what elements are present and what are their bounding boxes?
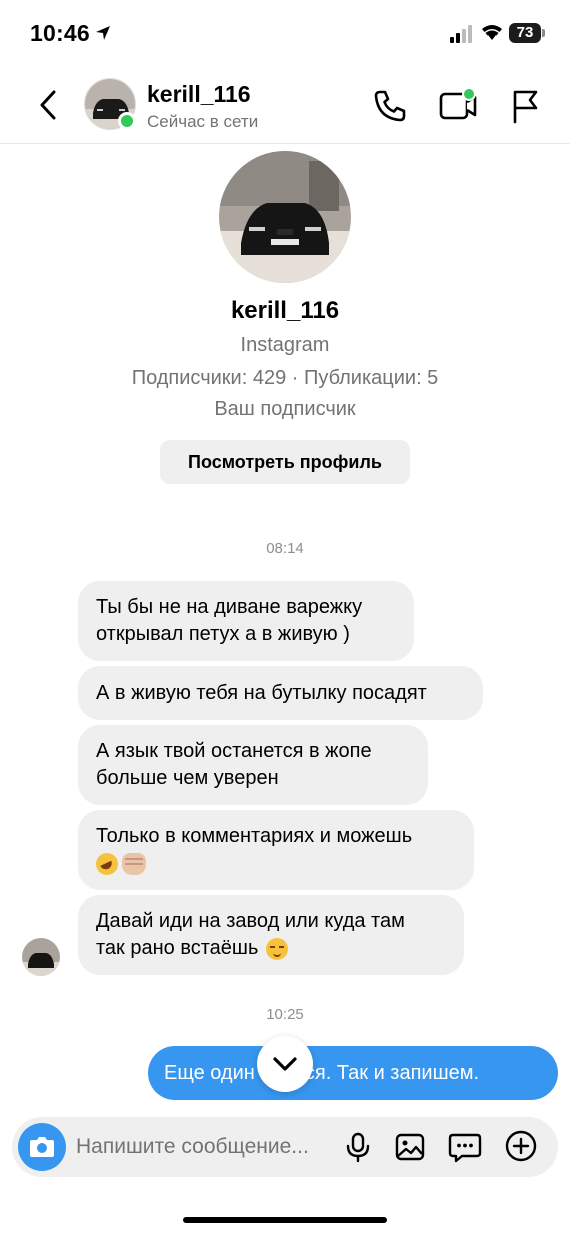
message-options-icon[interactable] bbox=[448, 1131, 482, 1163]
relieved-face-emoji-icon bbox=[266, 937, 289, 960]
status-bar: 10:46 73 bbox=[0, 0, 570, 66]
phone-call-icon[interactable] bbox=[372, 88, 408, 124]
message-line: А язык твой останется в жопе bbox=[96, 740, 372, 762]
cellular-signal-icon bbox=[450, 25, 472, 43]
incoming-message-bubble[interactable]: Только в комментариях и можешь bbox=[78, 810, 474, 890]
message-emoji-line bbox=[96, 850, 412, 877]
incoming-message-bubble[interactable]: А в живую тебя на бутылку посадят bbox=[78, 666, 483, 720]
wifi-icon bbox=[482, 25, 502, 40]
microphone-icon[interactable] bbox=[342, 1131, 374, 1163]
home-indicator[interactable] bbox=[183, 1217, 387, 1223]
status-time: 10:46 bbox=[30, 20, 90, 46]
message-line: больше чем уверен bbox=[96, 767, 279, 789]
message-line: Ты бы не на диване варежку bbox=[96, 596, 363, 618]
location-arrow-icon bbox=[96, 26, 110, 40]
message-line-with-emoji: так рано встаёшь bbox=[96, 935, 405, 962]
online-status-dot bbox=[118, 112, 136, 130]
sender-avatar[interactable] bbox=[22, 938, 60, 976]
chevron-down-icon bbox=[273, 1057, 297, 1071]
message-line: Только в комментариях и можешь bbox=[96, 825, 413, 847]
rolling-laughing-emoji-icon bbox=[96, 852, 118, 875]
raised-fist-emoji-icon bbox=[122, 852, 146, 875]
profile-platform: Instagram bbox=[240, 334, 330, 356]
car-photo-icon bbox=[219, 151, 351, 283]
battery-indicator: 73 bbox=[509, 23, 541, 43]
gallery-icon[interactable] bbox=[394, 1131, 426, 1163]
camera-button[interactable] bbox=[18, 1123, 66, 1171]
message-line: так рано встаёшь bbox=[96, 937, 259, 959]
back-chevron-icon[interactable] bbox=[34, 86, 64, 124]
message-composer bbox=[12, 1117, 558, 1177]
car-photo-icon bbox=[22, 938, 60, 976]
incoming-message-bubble[interactable]: А язык твой останется в жопе больше чем … bbox=[78, 725, 428, 805]
scroll-to-bottom-button[interactable] bbox=[257, 1036, 313, 1092]
message-line: открывал петух а в живую ) bbox=[96, 623, 350, 645]
chat-header: kerill_116 Сейчас в сети bbox=[0, 66, 570, 144]
incoming-message-bubble[interactable]: Ты бы не на диване варежку открывал пету… bbox=[78, 581, 414, 661]
incoming-message-bubble[interactable]: Давай иди на завод или куда там так рано… bbox=[78, 895, 464, 975]
profile-avatar[interactable] bbox=[219, 151, 351, 283]
report-flag-icon[interactable] bbox=[508, 88, 542, 124]
message-line: А в живую тебя на бутылку посадят bbox=[96, 681, 427, 704]
message-input[interactable] bbox=[76, 1131, 336, 1163]
add-plus-icon[interactable] bbox=[504, 1129, 538, 1163]
video-call-icon[interactable] bbox=[438, 86, 478, 124]
header-online-status: Сейчас в сети bbox=[147, 112, 259, 131]
camera-icon bbox=[30, 1137, 54, 1157]
message-line: Давай иди на завод или куда там bbox=[96, 910, 405, 932]
header-username[interactable]: kerill_116 bbox=[147, 81, 251, 108]
view-profile-button[interactable]: Посмотреть профиль bbox=[160, 440, 410, 484]
battery-tip bbox=[542, 29, 545, 37]
profile-follow-status: Ваш подписчик bbox=[214, 398, 356, 420]
message-timestamp: 08:14 bbox=[266, 540, 304, 557]
message-timestamp: 10:25 bbox=[266, 1006, 304, 1023]
profile-username: kerill_116 bbox=[230, 297, 340, 324]
profile-stats: Подписчики: 429 · Публикации: 5 bbox=[131, 367, 439, 389]
outgoing-message-bubble[interactable]: Еще один слился. Так и запишем. bbox=[148, 1046, 558, 1100]
